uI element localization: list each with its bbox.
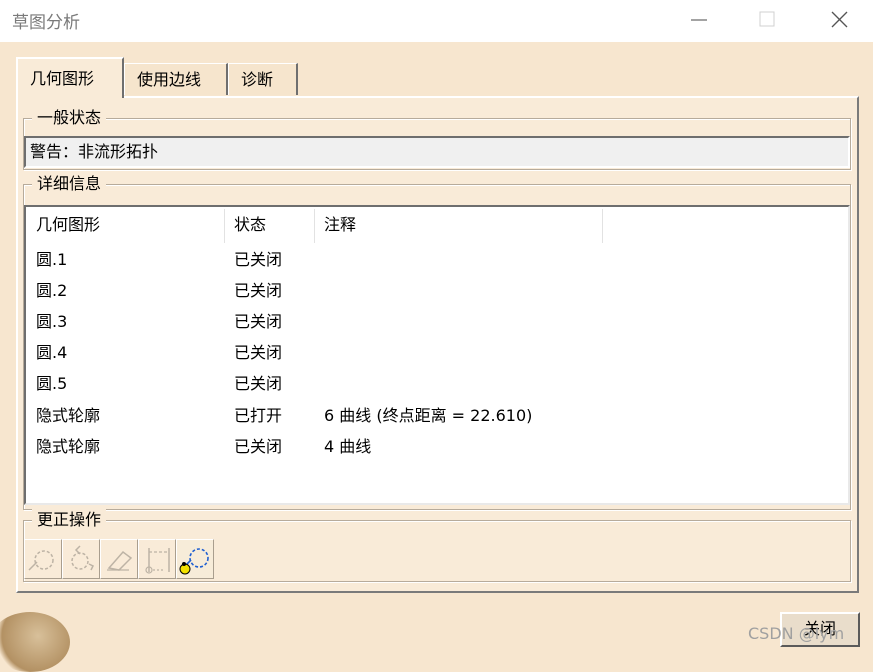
row-note: 4 曲线 — [324, 437, 372, 456]
row-status: 已关闭 — [234, 250, 283, 269]
row-status: 已打开 — [234, 406, 283, 425]
rotate-circle-icon — [71, 545, 95, 571]
details-list[interactable]: 几何图形 状态 注释 圆.1 已关闭 圆.2 已关闭 圆.3 已关闭 圆.4 已… — [24, 205, 850, 505]
general-status-field: 警告：非流形拓扑 — [24, 136, 850, 168]
tab-geometry-label: 几何图形 — [30, 69, 95, 88]
tab-used-edges-label: 使用边线 — [137, 70, 202, 89]
rotate-circle-button[interactable] — [62, 539, 100, 579]
eraser-button[interactable] — [100, 539, 138, 579]
general-status-label: 一般状态 — [32, 107, 107, 129]
row-geometry: 圆.3 — [36, 312, 68, 331]
desktop-background-fragment — [0, 612, 70, 672]
row-status: 已关闭 — [234, 343, 283, 362]
column-header-geometry[interactable]: 几何图形 — [36, 207, 100, 243]
table-row[interactable]: 圆.2 已关闭 — [26, 275, 846, 306]
dashed-circle-icon — [28, 550, 54, 571]
watermark: CSDN @lym — [748, 624, 845, 643]
tab-diagnosis-label: 诊断 — [241, 70, 274, 89]
row-geometry: 隐式轮廓 — [36, 437, 101, 456]
row-geometry: 圆.5 — [36, 374, 68, 393]
row-note: 6 曲线 (终点距离 = 22.610) — [324, 406, 533, 425]
row-geometry: 圆.4 — [36, 343, 68, 362]
eraser-icon — [107, 550, 133, 571]
tab-used-edges[interactable]: 使用边线 — [124, 63, 228, 95]
table-row[interactable]: 圆.5 已关闭 — [26, 368, 846, 399]
maximize-icon[interactable] — [752, 7, 782, 33]
title-bar: 草图分析 — [0, 0, 873, 42]
row-status: 已关闭 — [234, 312, 283, 331]
row-geometry: 圆.2 — [36, 281, 68, 300]
dashed-circle-button[interactable] — [24, 539, 62, 579]
row-geometry: 隐式轮廓 — [36, 406, 101, 425]
tab-geometry[interactable]: 几何图形 — [16, 57, 124, 98]
details-label: 详细信息 — [32, 173, 107, 195]
minimize-icon[interactable] — [684, 7, 714, 33]
table-row[interactable]: 圆.1 已关闭 — [26, 244, 846, 275]
tab-diagnosis[interactable]: 诊断 — [228, 63, 298, 95]
highlight-geometry-icon — [179, 548, 209, 575]
column-header-status[interactable]: 状态 — [234, 207, 266, 243]
row-status: 已关闭 — [234, 374, 283, 393]
table-row[interactable]: 圆.4 已关闭 — [26, 337, 846, 368]
general-status-message: 警告：非流形拓扑 — [30, 142, 159, 161]
row-geometry: 圆.1 — [36, 250, 68, 269]
construction-element-icon — [145, 548, 170, 574]
table-row[interactable]: 隐式轮廓 已打开 6 曲线 (终点距离 = 22.610) — [26, 400, 846, 431]
highlight-geometry-button[interactable] — [176, 539, 214, 579]
tab-panel: 一般状态 警告：非流形拓扑 详细信息 几何图形 状态 注释 圆.1 已关闭 圆.… — [16, 96, 859, 593]
window-title: 草图分析 — [12, 13, 80, 33]
table-row[interactable]: 圆.3 已关闭 — [26, 306, 846, 337]
column-header-note[interactable]: 注释 — [324, 207, 356, 243]
close-icon[interactable] — [824, 7, 854, 33]
row-status: 已关闭 — [234, 281, 283, 300]
corrective-actions-label: 更正操作 — [32, 509, 107, 531]
table-row[interactable]: 隐式轮廓 已关闭 4 曲线 — [26, 431, 846, 462]
row-status: 已关闭 — [234, 437, 283, 456]
construction-element-button[interactable] — [138, 539, 176, 579]
